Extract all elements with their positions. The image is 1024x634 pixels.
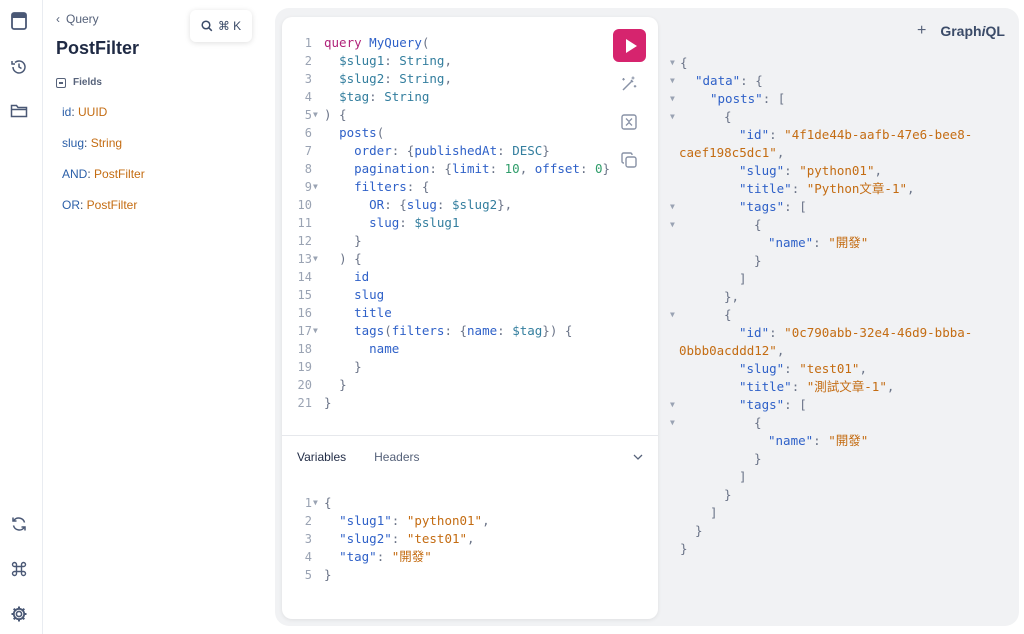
field-name[interactable]: id [62, 105, 71, 119]
field-name[interactable]: OR [62, 198, 80, 212]
doc-explorer: ‹ Query PostFilter Fields id: UUID slug:… [44, 0, 274, 634]
prettify-icon[interactable] [620, 75, 638, 93]
play-icon [625, 38, 637, 53]
settings-icon[interactable] [9, 604, 29, 624]
search-shortcut: ⌘ K [217, 19, 242, 33]
field-name[interactable]: slug [62, 136, 84, 150]
chevron-left-icon: ‹ [56, 12, 60, 26]
run-button[interactable] [613, 29, 646, 62]
field-item[interactable]: slug: String [62, 136, 122, 150]
editor-divider [282, 435, 658, 436]
search-button[interactable]: ⌘ K [190, 10, 252, 42]
field-name[interactable]: AND [62, 167, 87, 181]
refetch-icon[interactable] [9, 514, 29, 534]
doc-title: PostFilter [56, 38, 140, 58]
merge-fragments-icon[interactable] [620, 113, 638, 131]
add-tab-button[interactable]: + [917, 22, 926, 40]
history-icon[interactable] [9, 57, 29, 77]
editor-card: 1 query MyQuery( 2 $slug1: String, 3 $slu… [282, 17, 658, 619]
field-type[interactable]: String [91, 136, 122, 150]
back-link[interactable]: ‹ Query [56, 12, 99, 26]
fields-heading: Fields [56, 77, 102, 88]
chevron-down-icon[interactable] [632, 451, 644, 463]
field-type[interactable]: UUID [78, 105, 107, 119]
sidebar-rail [0, 0, 43, 634]
graphiql-logo: GraphiQL [940, 23, 1005, 39]
field-item[interactable]: AND: PostFilter [62, 167, 145, 181]
field-type[interactable]: PostFilter [87, 198, 138, 212]
fields-heading-label: Fields [73, 77, 102, 88]
docs-icon[interactable] [9, 11, 29, 31]
field-item[interactable]: OR: PostFilter [62, 198, 137, 212]
field-type[interactable]: PostFilter [94, 167, 145, 181]
fields-icon [56, 77, 66, 88]
tab-headers[interactable]: Headers [374, 450, 419, 464]
brand: + GraphiQL [917, 22, 1005, 40]
back-label: Query [66, 12, 99, 26]
search-icon [201, 20, 213, 32]
folder-icon[interactable] [9, 101, 29, 121]
shortcut-icon[interactable] [9, 559, 29, 579]
tab-variables[interactable]: Variables [297, 450, 346, 464]
editor-tools-tabs: Variables Headers [297, 450, 420, 464]
copy-icon[interactable] [620, 151, 638, 169]
field-item[interactable]: id: UUID [62, 105, 107, 119]
